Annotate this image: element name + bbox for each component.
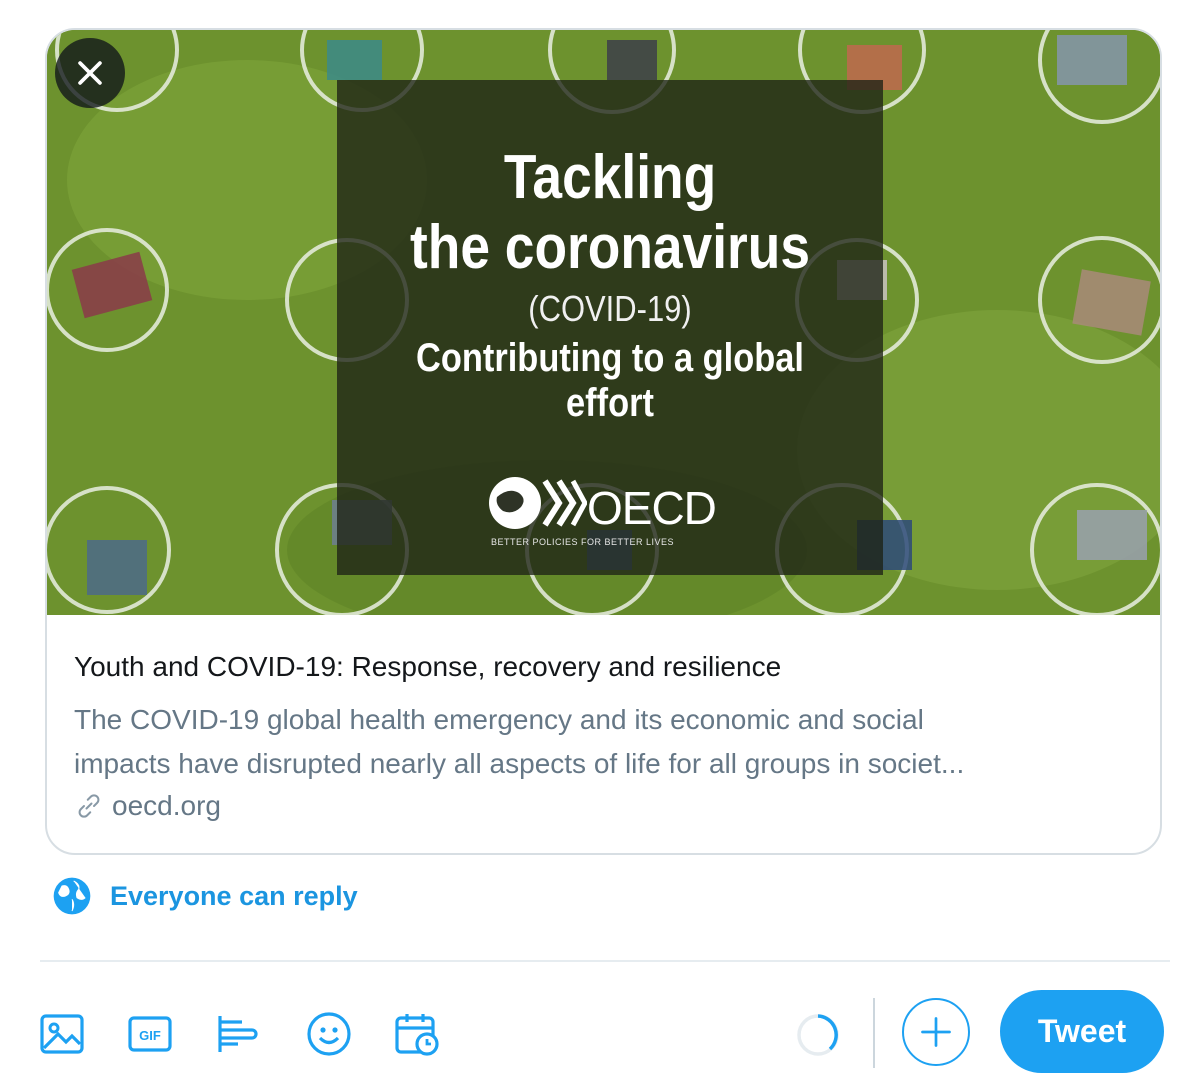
schedule-icon [395, 1014, 439, 1056]
logo-name: OECD [587, 482, 717, 534]
headline-subtitle: (COVID-19) [528, 288, 692, 329]
globe-logo-icon [489, 477, 588, 529]
plus-icon [921, 1017, 951, 1047]
globe-icon [53, 877, 91, 915]
toolbar-separator [873, 998, 875, 1068]
add-tweet-button[interactable] [902, 998, 970, 1066]
link-preview-card[interactable]: Tackling the coronavirus (COVID-19) Cont… [45, 28, 1162, 855]
card-description: The COVID-19 global health emergency and… [74, 698, 1144, 786]
close-icon [78, 61, 102, 85]
reply-settings-label: Everyone can reply [110, 880, 358, 911]
svg-text:GIF: GIF [139, 1028, 161, 1043]
oecd-logo: OECD BETTER POLICIES FOR BETTER LIVES [487, 475, 727, 550]
character-count-ring [797, 1014, 839, 1056]
card-domain-row: oecd.org [74, 790, 1144, 822]
media-button[interactable] [38, 1010, 86, 1058]
headline-tagline: Contributing to a global effort [416, 336, 804, 425]
headline-line1: Tackling [503, 143, 717, 212]
card-description-line2: impacts have disrupted nearly all aspect… [74, 748, 965, 779]
emoji-icon [307, 1012, 351, 1056]
emoji-button[interactable] [305, 1010, 353, 1058]
card-description-line1: The COVID-19 global health emergency and… [74, 704, 924, 735]
headline-line2: the coronavirus [409, 213, 811, 282]
remove-card-button[interactable] [55, 38, 125, 108]
poll-icon [218, 1016, 258, 1052]
card-title: Youth and COVID-19: Response, recovery a… [74, 651, 782, 682]
link-icon [78, 794, 100, 818]
gif-button[interactable]: GIF [126, 1010, 174, 1058]
card-image: Tackling the coronavirus (COVID-19) Cont… [47, 30, 1160, 615]
card-text: Youth and COVID-19: Response, recovery a… [74, 650, 1144, 822]
headline-overlay: Tackling the coronavirus (COVID-19) Cont… [337, 80, 883, 575]
reply-settings[interactable]: Everyone can reply [52, 876, 358, 916]
image-icon [40, 1014, 84, 1054]
logo-tagline: BETTER POLICIES FOR BETTER LIVES [491, 537, 675, 547]
poll-button[interactable] [214, 1010, 262, 1058]
tweet-button[interactable]: Tweet [1000, 990, 1164, 1073]
divider [40, 960, 1170, 962]
card-domain: oecd.org [112, 790, 221, 821]
gif-icon: GIF [128, 1016, 172, 1052]
schedule-button[interactable] [393, 1010, 441, 1058]
